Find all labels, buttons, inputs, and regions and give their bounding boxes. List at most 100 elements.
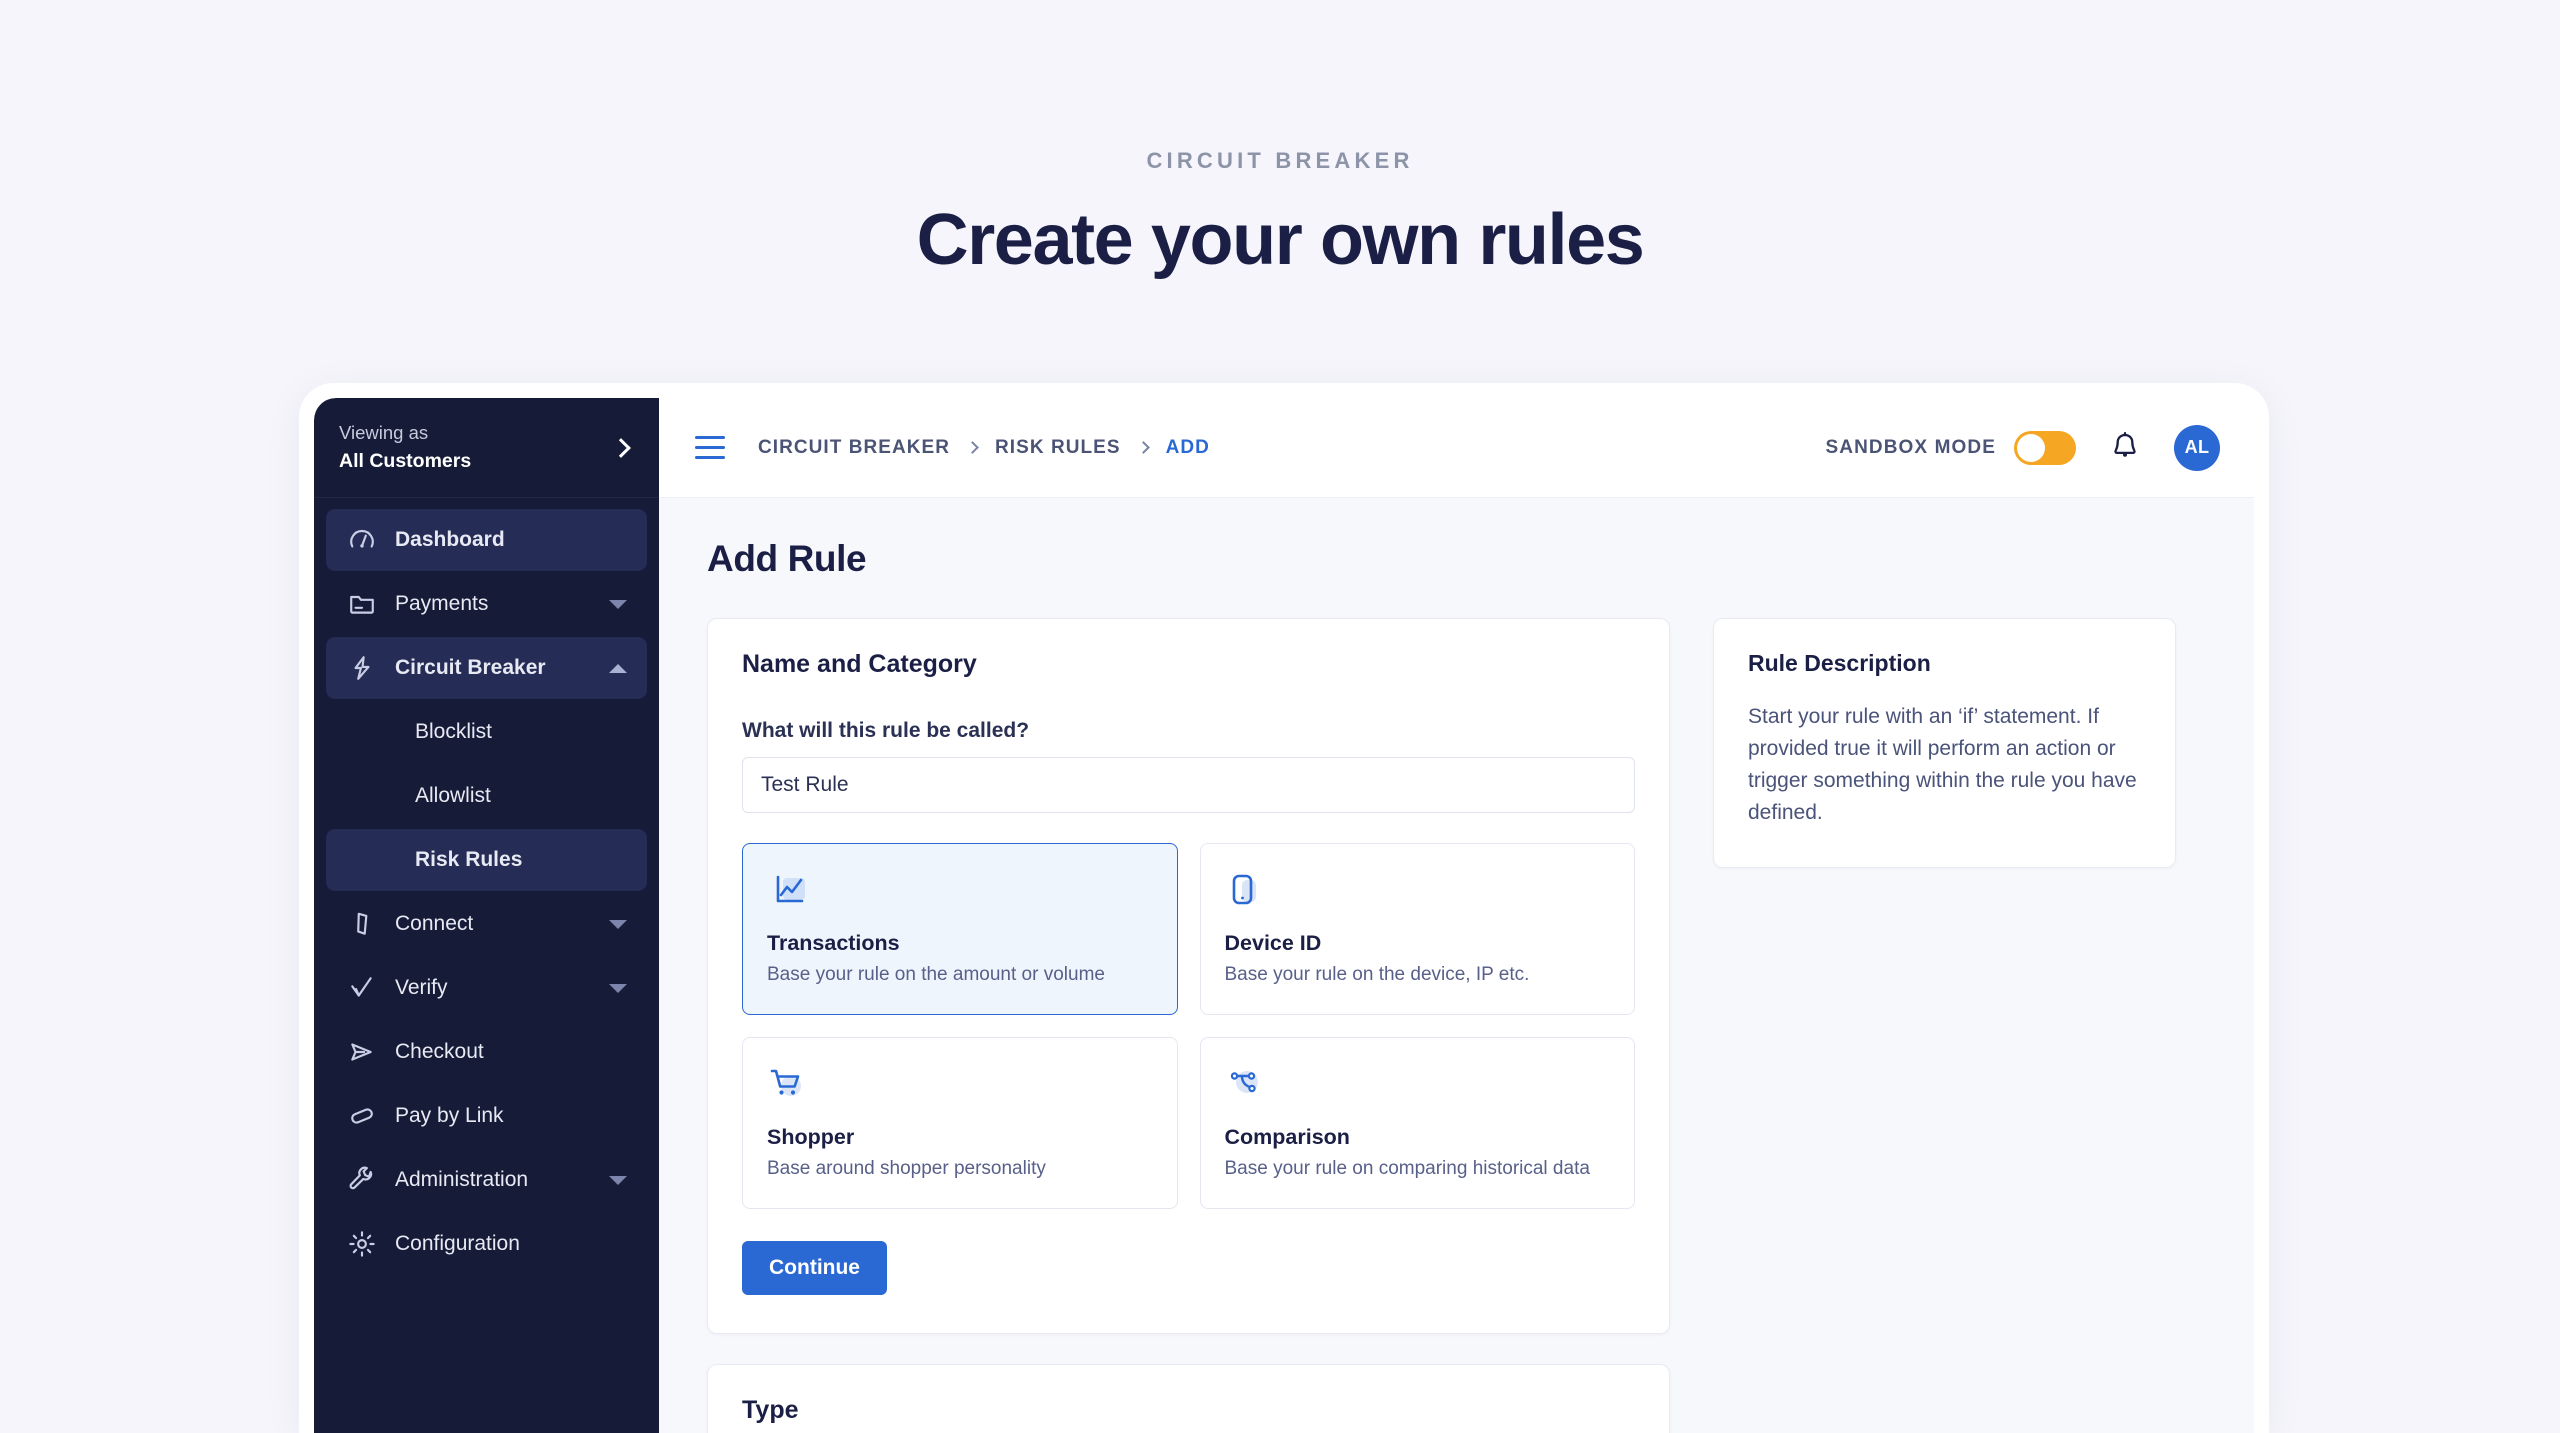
category-tile-device-id[interactable]: Device ID Base your rule on the device, I… (1199, 843, 1635, 1015)
breadcrumb-item[interactable]: CIRCUIT BREAKER (758, 437, 950, 459)
sidebar: Viewing as All Customers Dashboard Paymen… (314, 398, 659, 1433)
link-icon (348, 1102, 378, 1130)
card-title: Type (742, 1396, 799, 1424)
rule-description-title: Rule Description (1748, 650, 1931, 676)
sidebar-item-label: Administration (395, 1168, 529, 1191)
chevron-down-icon[interactable] (609, 983, 627, 993)
sidebar-item-pay-by-link[interactable]: Pay by Link (326, 1085, 647, 1147)
sidebar-item-connect[interactable]: Connect (326, 893, 647, 955)
sidebar-item-circuit-breaker[interactable]: Circuit Breaker (326, 637, 647, 699)
chevron-down-icon[interactable] (609, 599, 627, 609)
category-tile-description: Base around shopper personality (767, 1158, 1046, 1179)
sandbox-mode-toggle[interactable] (2014, 430, 2076, 465)
viewing-as-value: All Customers (339, 449, 472, 472)
sidebar-item-allowlist[interactable]: Allowlist (326, 765, 647, 827)
category-tile-transactions[interactable]: Transactions Base your rule on the amount… (742, 843, 1178, 1015)
category-tile-shopper[interactable]: Shopper Base around shopper personality (742, 1037, 1178, 1209)
hero-title: Create your own rules (916, 200, 1645, 280)
hamburger-line (695, 455, 725, 460)
sidebar-item-dashboard[interactable]: Dashboard (326, 509, 647, 571)
checkmark-icon (348, 974, 378, 1002)
main-area: CIRCUIT BREAKER RISK RULES ADD SANDBOX MOD… (659, 398, 2254, 1433)
sidebar-item-label: Verify (395, 976, 448, 999)
breadcrumb-separator-icon (1136, 441, 1150, 454)
sidebar-item-configuration[interactable]: Configuration (326, 1213, 647, 1275)
sidebar-item-label: Configuration (395, 1232, 520, 1255)
sidebar-item-blocklist[interactable]: Blocklist (326, 701, 647, 763)
folder-icon (348, 590, 378, 618)
sidebar-item-risk-rules[interactable]: Risk Rules (326, 829, 647, 891)
rule-description-card: Rule Description Start your rule with an… (1713, 618, 2176, 868)
page-title: Add Rule (707, 538, 867, 579)
breadcrumb-item[interactable]: ADD (1166, 437, 1210, 459)
rule-name-label: What will this rule be called? (742, 719, 1030, 742)
line-chart-icon (767, 870, 1153, 918)
right-column: Rule Description Start your rule with an… (1713, 618, 2176, 868)
sidebar-item-label: Blocklist (415, 720, 493, 743)
bell-icon[interactable] (2110, 431, 2140, 465)
hamburger-icon[interactable] (695, 435, 725, 460)
sidebar-item-label: Payments (395, 592, 489, 615)
category-tile-title: Transactions (767, 931, 900, 955)
category-tile-description: Base your rule on the device, IP etc. (1224, 964, 1530, 985)
chevron-up-icon[interactable] (609, 663, 627, 673)
rule-description-body: Start your rule with an ‘if’ statement. … (1748, 705, 2137, 824)
mobile-device-icon (1225, 870, 1611, 918)
toggle-knob (2017, 433, 2045, 462)
device-frame: Viewing as All Customers Dashboard Paymen… (299, 383, 2269, 1433)
category-tile-comparison[interactable]: Comparison Base your rule on comparing hi… (1199, 1037, 1635, 1209)
sidebar-item-payments[interactable]: Payments (326, 573, 647, 635)
sidebar-item-label: Dashboard (395, 528, 505, 551)
category-tile-description: Base your rule on comparing historical d… (1224, 1158, 1590, 1179)
sidebar-item-label: Pay by Link (395, 1104, 504, 1127)
gear-icon (348, 1230, 378, 1258)
app-screen: Viewing as All Customers Dashboard Paymen… (314, 398, 2254, 1433)
hamburger-line (695, 445, 725, 450)
viewing-as-label: Viewing as (339, 421, 429, 443)
breadcrumb-separator-icon (966, 441, 979, 454)
page-content: Add Rule Name and Category What will thi… (659, 498, 2254, 1433)
type-card: Type (707, 1364, 1670, 1433)
top-bar-actions: SANDBOX MODE AL (1825, 424, 2220, 471)
sidebar-item-checkout[interactable]: Checkout (326, 1021, 647, 1083)
category-tile-grid: Transactions Base your rule on the amount… (742, 843, 1635, 1209)
sidebar-item-verify[interactable]: Verify (326, 957, 647, 1019)
avatar[interactable]: AL (2174, 424, 2220, 471)
shopping-cart-icon (767, 1064, 1153, 1112)
sidebar-item-administration[interactable]: Administration (326, 1149, 647, 1211)
hero-eyebrow: CIRCUIT BREAKER (1146, 148, 1414, 173)
breadcrumb-item[interactable]: RISK RULES (995, 437, 1121, 459)
continue-button[interactable]: Continue (742, 1241, 887, 1295)
gauge-icon (348, 526, 378, 554)
lightning-bolt-icon (348, 654, 378, 682)
chevron-down-icon[interactable] (609, 1175, 627, 1185)
viewing-as-switcher[interactable]: Viewing as All Customers (314, 398, 659, 498)
breadcrumb: CIRCUIT BREAKER RISK RULES ADD (758, 437, 1210, 459)
chevron-down-icon[interactable] (609, 919, 627, 929)
sandbox-mode-label: SANDBOX MODE (1825, 436, 1996, 458)
sidebar-item-label: Allowlist (415, 784, 491, 807)
content-columns: Name and Category What will this rule be… (707, 618, 2214, 1433)
wrench-icon (348, 1166, 378, 1194)
sandbox-mode-control[interactable]: SANDBOX MODE (1825, 430, 2076, 465)
rule-name-input[interactable] (742, 757, 1635, 813)
sidebar-nav: Dashboard Payments Circuit Breaker Blocklis… (314, 498, 659, 1433)
send-icon (348, 1038, 378, 1066)
name-and-category-card: Name and Category What will this rule be… (707, 618, 1670, 1334)
left-column: Name and Category What will this rule be… (707, 618, 1670, 1433)
sidebar-item-label: Risk Rules (415, 848, 523, 871)
category-tile-description: Base your rule on the amount or volume (767, 964, 1105, 985)
hero-section: CIRCUIT BREAKER Create your own rules (0, 0, 2560, 281)
category-tile-title: Device ID (1224, 931, 1322, 955)
hamburger-line (695, 435, 725, 440)
top-bar: CIRCUIT BREAKER RISK RULES ADD SANDBOX MOD… (659, 398, 2254, 498)
sidebar-item-label: Checkout (395, 1040, 484, 1063)
chevron-right-icon (610, 437, 632, 459)
sidebar-item-label: Circuit Breaker (395, 656, 546, 679)
plug-icon (348, 910, 378, 938)
category-tile-title: Shopper (767, 1125, 855, 1149)
node-graph-icon (1225, 1064, 1611, 1112)
card-title: Name and Category (742, 650, 977, 678)
sidebar-item-label: Connect (395, 912, 474, 935)
category-tile-title: Comparison (1224, 1125, 1350, 1149)
